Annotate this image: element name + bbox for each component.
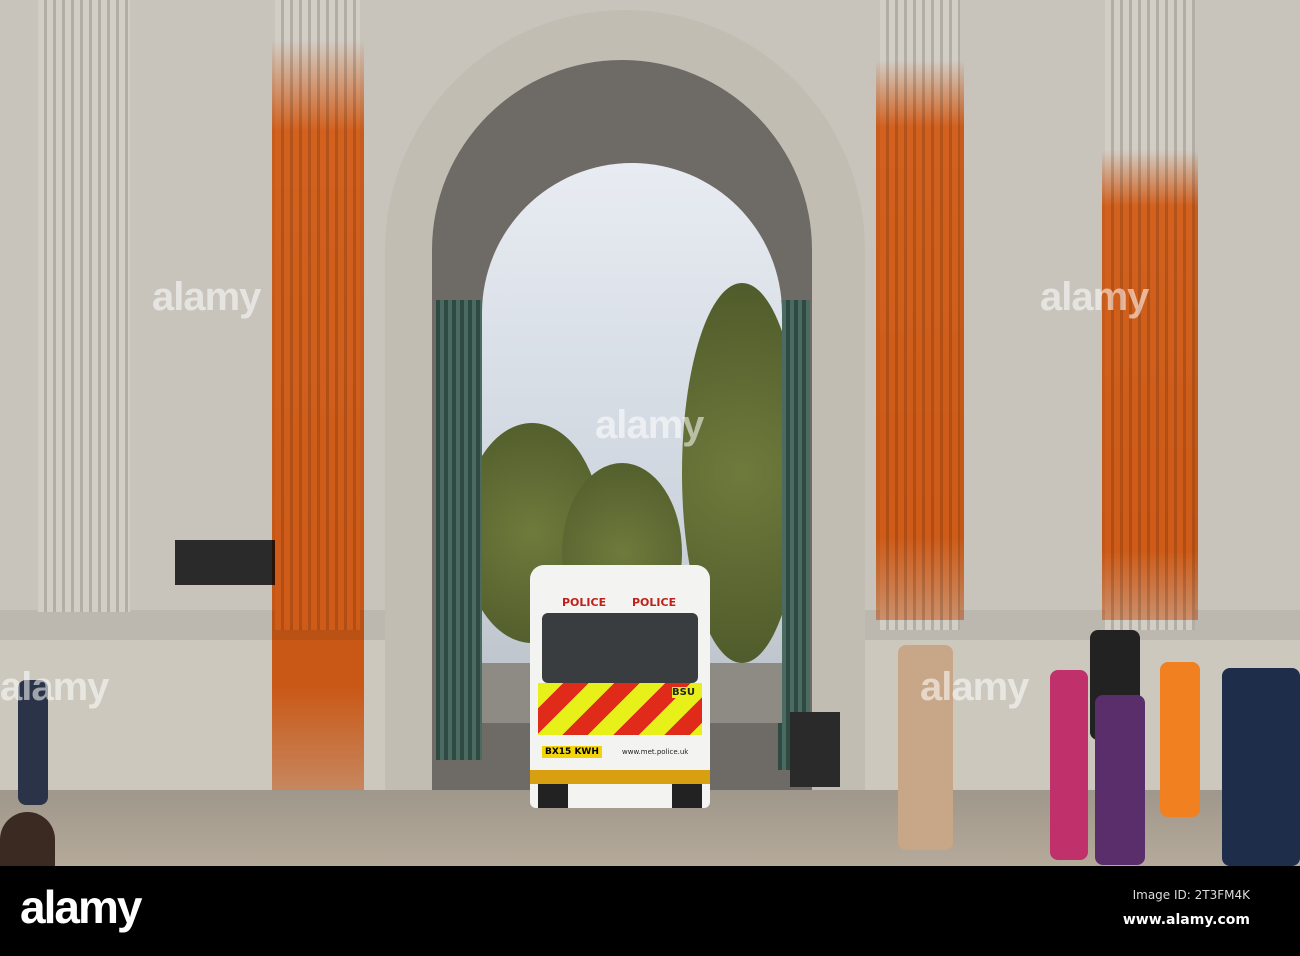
- van-label-left: POLICE: [562, 596, 607, 609]
- van-website: www.met.police.uk: [622, 748, 689, 756]
- sign-board: [790, 712, 840, 787]
- alamy-logo: alamy: [20, 881, 142, 933]
- watermark: alamy: [152, 275, 261, 319]
- person: [1222, 668, 1300, 866]
- watermark: alamy: [1040, 275, 1149, 319]
- wheel: [672, 784, 702, 808]
- wheel: [538, 784, 568, 808]
- watermark: alamy: [0, 665, 109, 709]
- van-label-right: POLICE: [632, 596, 677, 609]
- van-window: [542, 613, 698, 683]
- van-plate: BX15 KWH: [542, 746, 602, 758]
- orange-paint: [1102, 150, 1198, 620]
- police-van: POLICE POLICE BSU BX15 KWH www.met.polic…: [530, 565, 710, 808]
- person: [1050, 670, 1088, 860]
- plaque: [175, 540, 275, 585]
- child-head: [0, 812, 55, 866]
- column-1: [38, 0, 130, 612]
- photo: POLICE POLICE BSU BX15 KWH www.met.polic…: [0, 0, 1300, 866]
- gate-right: [778, 300, 810, 770]
- image-id: Image ID: 2T3FM4K: [1132, 888, 1250, 902]
- orange-paint: [876, 60, 964, 620]
- gate-left: [436, 300, 482, 760]
- orange-paint: [272, 40, 364, 800]
- footer-bar: alamy Image ID: 2T3FM4K www.alamy.com: [0, 866, 1300, 956]
- van-bumper: [530, 770, 710, 784]
- van-unit: BSU: [672, 687, 695, 698]
- watermark: alamy: [595, 403, 704, 447]
- person: [1095, 695, 1145, 865]
- watermark: alamy: [920, 665, 1029, 709]
- worker: [1160, 662, 1200, 817]
- site-url: www.alamy.com: [1122, 912, 1250, 928]
